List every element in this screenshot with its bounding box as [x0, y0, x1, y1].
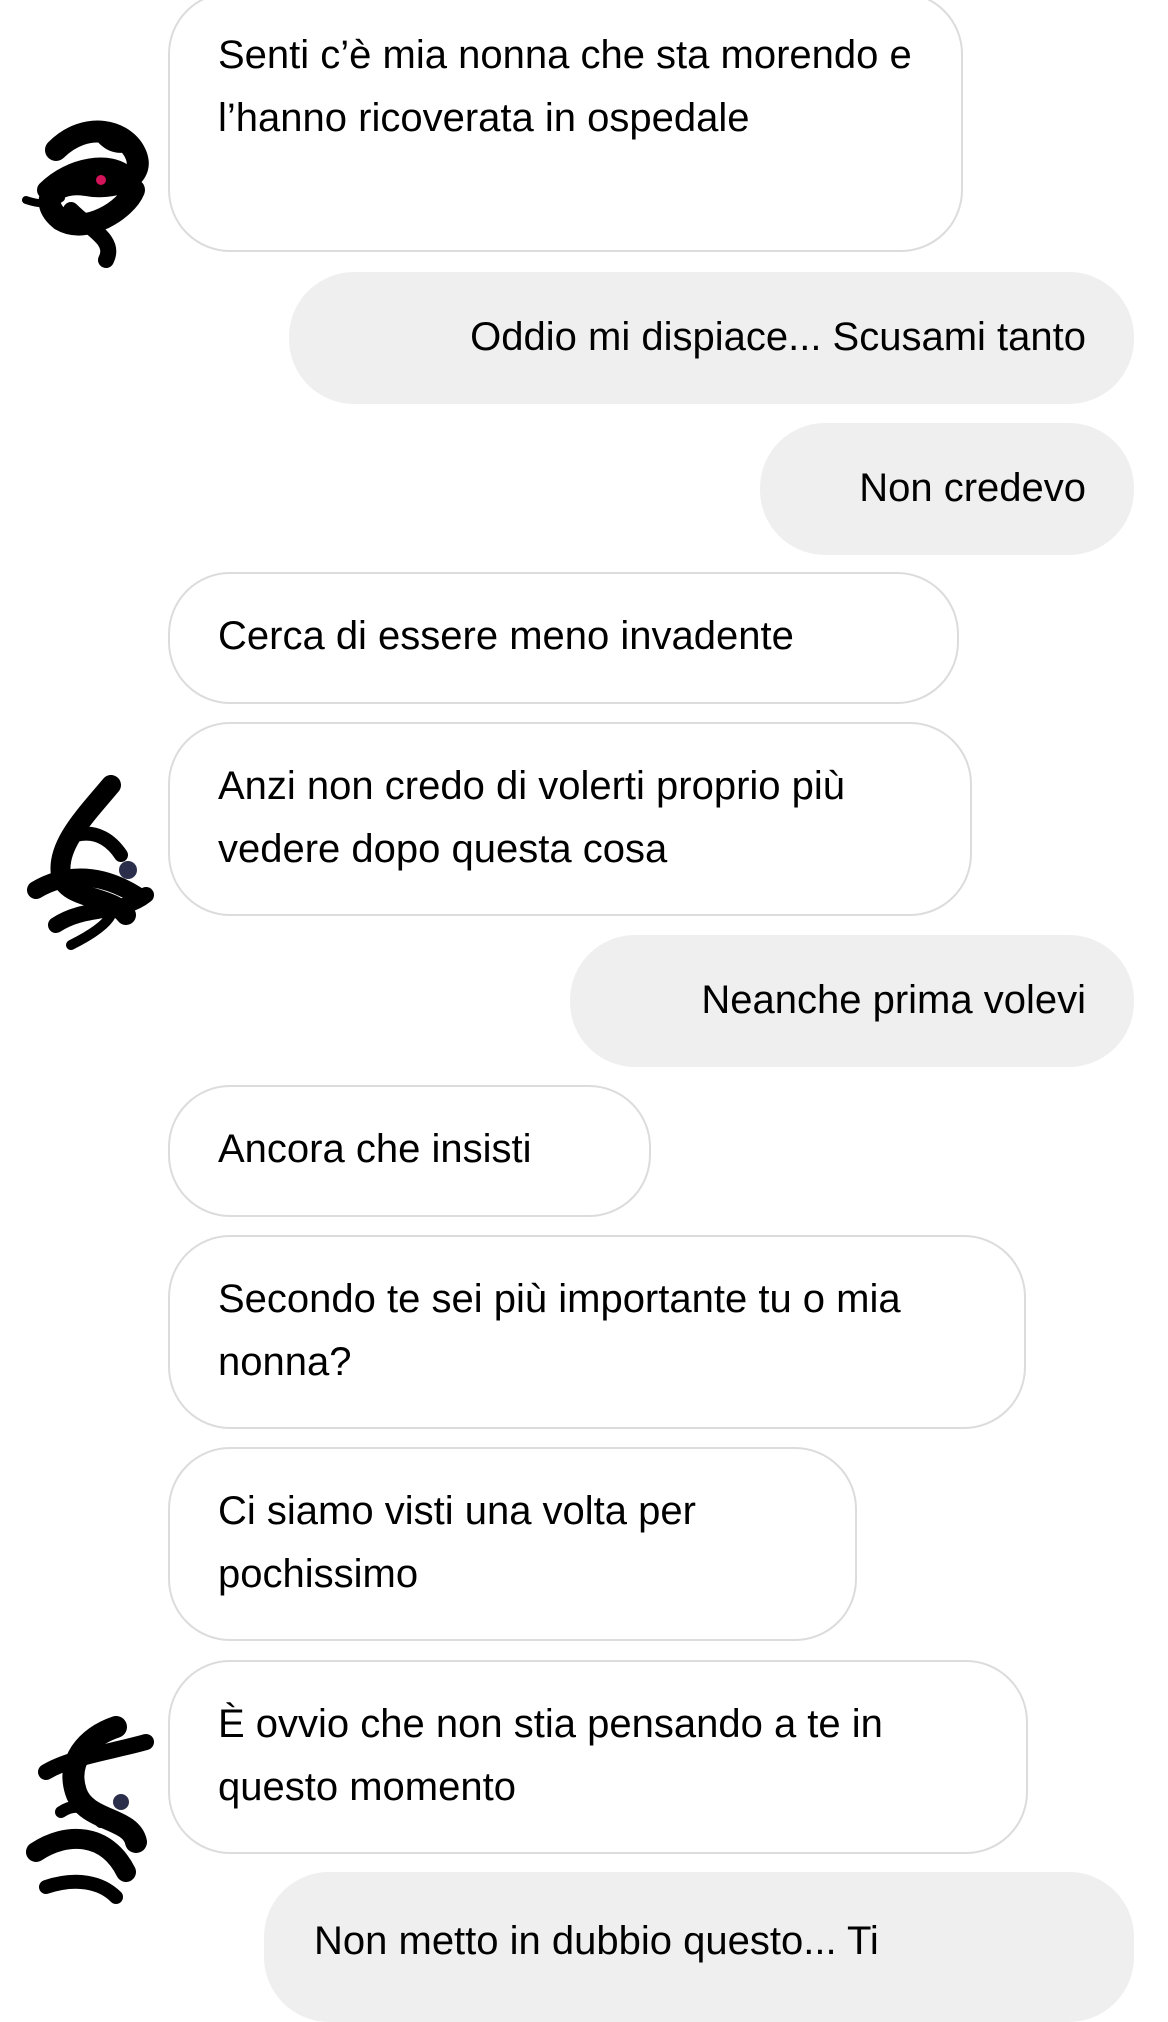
- message-text: Non credevo: [859, 466, 1086, 510]
- message-bubble-received[interactable]: Anzi non credo di volerti proprio più ve…: [168, 722, 972, 916]
- contact-avatar-icon[interactable]: [16, 1712, 166, 1912]
- contact-avatar-icon[interactable]: [16, 110, 166, 270]
- message-bubble-received[interactable]: Ancora che insisti: [168, 1085, 651, 1217]
- message-bubble-sent[interactable]: Non credevo: [760, 423, 1134, 555]
- scribbled-out-avatar-icon: [26, 1716, 154, 1904]
- message-bubble-received[interactable]: Ci siamo visti una volta per pochissimo: [168, 1447, 857, 1641]
- message-text: Ancora che insisti: [218, 1127, 532, 1171]
- message-text: Neanche prima volevi: [701, 978, 1086, 1022]
- message-text: Secondo te sei più importante tu o mia n…: [218, 1277, 901, 1384]
- message-thread: Senti c’è mia nonna che sta morendo e l’…: [0, 0, 1168, 2022]
- message-bubble-sent[interactable]: Neanche prima volevi: [570, 935, 1134, 1067]
- contact-avatar-icon[interactable]: [16, 775, 166, 960]
- scribbled-out-avatar-icon: [22, 120, 149, 268]
- message-bubble-sent[interactable]: Oddio mi dispiace... Scusami tanto: [289, 272, 1134, 404]
- message-text: Anzi non credo di volerti proprio più ve…: [218, 764, 846, 871]
- message-text: Ci siamo visti una volta per pochissimo: [218, 1489, 696, 1596]
- message-text: Non metto in dubbio questo... Ti: [314, 1919, 879, 1963]
- message-bubble-received[interactable]: Senti c’è mia nonna che sta morendo e l’…: [168, 0, 963, 252]
- message-text: Cerca di essere meno invadente: [218, 614, 794, 658]
- scribbled-out-avatar-icon: [27, 775, 154, 950]
- message-text: È ovvio che non stia pensando a te in qu…: [218, 1702, 883, 1809]
- message-bubble-sent[interactable]: Non metto in dubbio questo... Ti: [264, 1872, 1134, 2022]
- message-text: Senti c’è mia nonna che sta morendo e l’…: [218, 33, 912, 140]
- message-bubble-received[interactable]: È ovvio che non stia pensando a te in qu…: [168, 1660, 1028, 1854]
- message-bubble-received[interactable]: Secondo te sei più importante tu o mia n…: [168, 1235, 1026, 1429]
- message-bubble-received[interactable]: Cerca di essere meno invadente: [168, 572, 959, 704]
- message-text: Oddio mi dispiace... Scusami tanto: [470, 315, 1086, 359]
